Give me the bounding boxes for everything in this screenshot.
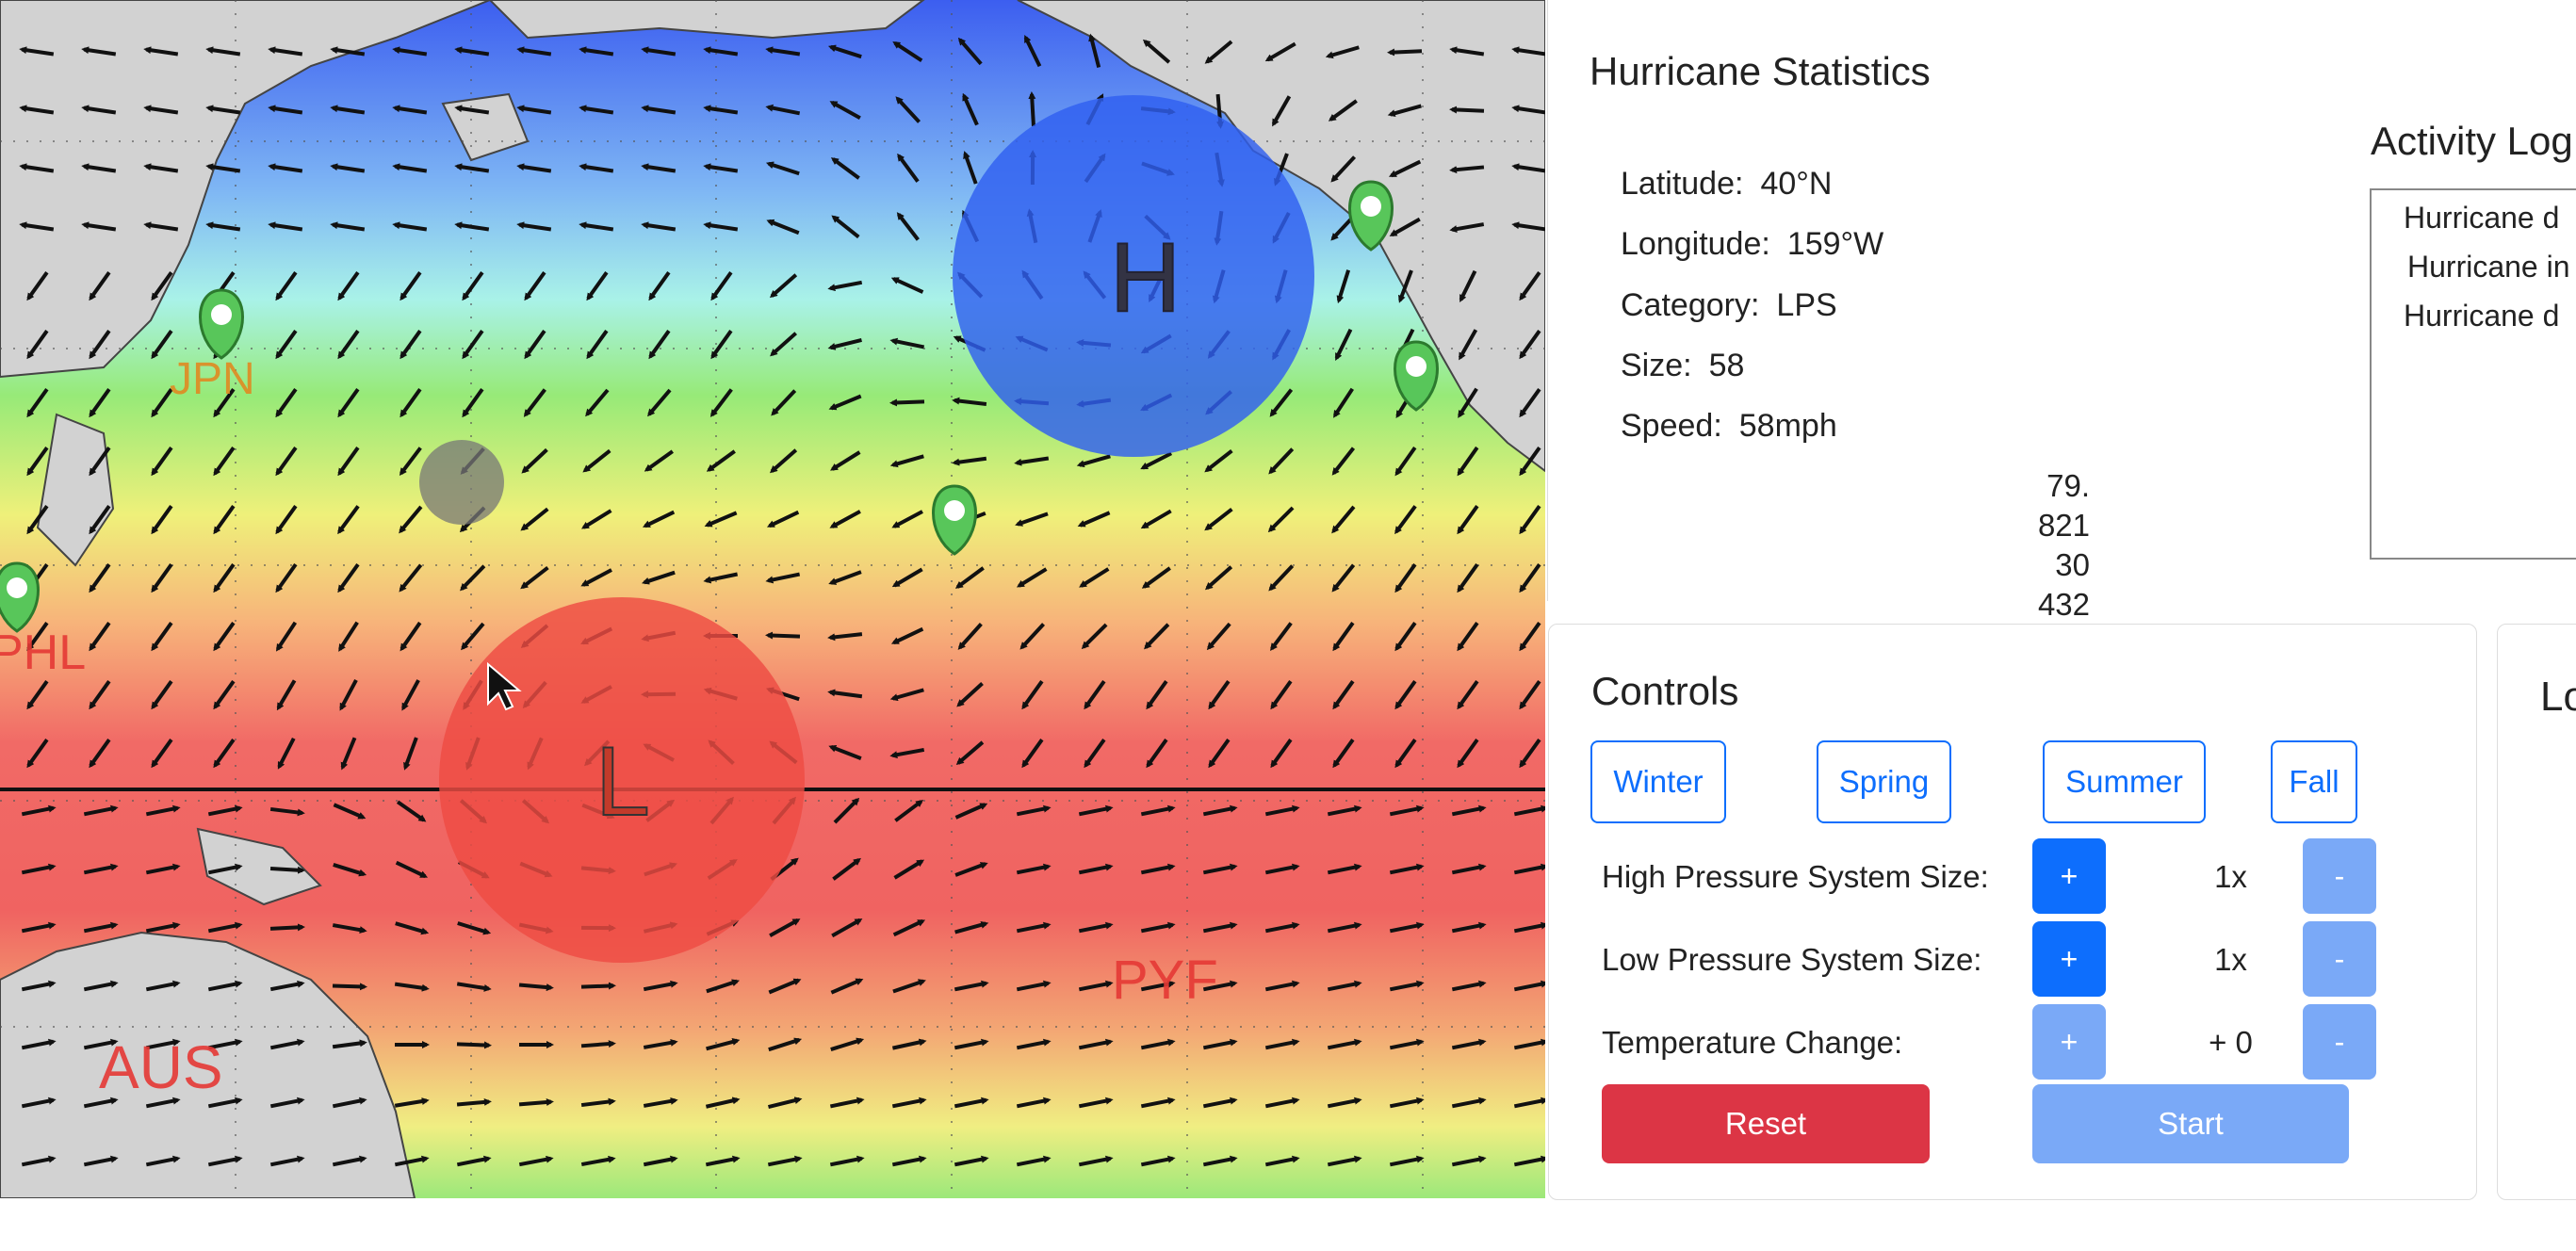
season-spring-button[interactable]: Spring (1817, 740, 1951, 823)
low-pressure-increase-button[interactable]: + (2032, 921, 2106, 997)
high-pressure-system[interactable]: H (953, 95, 1314, 457)
region-label-jpn: JPN (170, 354, 255, 404)
activity-log-entry: Hurricane d (2404, 201, 2560, 235)
stat-label: Latitude: (1621, 166, 1744, 202)
stat-label: Size: (1621, 348, 1692, 383)
wind-arrow-icon (580, 1040, 616, 1048)
activity-log-entry: Hurricane in (2407, 250, 2570, 284)
stat-number: 30 (2055, 547, 2090, 582)
wind-arrow-icon (456, 1041, 492, 1049)
controls-title: Controls (1591, 669, 1739, 713)
stat-label: Longitude: (1621, 226, 1770, 262)
high-pressure-size-value: 1x (2214, 859, 2247, 894)
high-pressure-increase-button[interactable]: + (2032, 838, 2106, 914)
wind-arrow-icon (1028, 91, 1036, 127)
stat-size: Size: 58 (1621, 348, 1744, 384)
wind-arrow-icon (332, 983, 367, 991)
high-pressure-decrease-button[interactable]: - (2303, 838, 2376, 914)
stat-category: Category: LPS (1621, 287, 1837, 324)
statistics-title: Hurricane Statistics (1590, 49, 1931, 93)
temperature-change-label: Temperature Change: (1602, 1025, 1903, 1060)
wind-arrow-icon (580, 982, 616, 990)
region-label-pyf: PYF (1112, 950, 1218, 1011)
reset-button[interactable]: Reset (1602, 1084, 1930, 1163)
stat-longitude: Longitude: 159°W (1621, 226, 1883, 263)
wind-arrow-icon (269, 923, 305, 932)
side-panel-title: Lo (2540, 674, 2576, 720)
region-label-phl: PHL (0, 626, 86, 680)
high-pressure-letter: H (1110, 223, 1181, 333)
temperature-change-value: + 0 (2209, 1025, 2253, 1060)
stat-number: 79. (2046, 468, 2090, 503)
side-panel: Lo (2497, 624, 2576, 1200)
stat-number: 432 (2037, 587, 2090, 622)
stat-value: 159°W (1786, 226, 1884, 262)
low-pressure-size-label: Low Pressure System Size: (1602, 942, 1982, 977)
stat-number-list: 79. 821 30 432 (1979, 466, 2090, 625)
wind-arrow-icon (889, 398, 925, 407)
wind-arrow-icon (518, 1098, 554, 1107)
stat-number: 821 (2037, 508, 2090, 543)
low-pressure-decrease-button[interactable]: - (2303, 921, 2376, 997)
region-label-aus: AUS (99, 1033, 223, 1101)
activity-log-title: Activity Log (2371, 119, 2573, 163)
season-winter-button[interactable]: Winter (1590, 740, 1726, 823)
temperature-decrease-button[interactable]: - (2303, 1004, 2376, 1080)
high-pressure-size-label: High Pressure System Size: (1602, 859, 1989, 894)
activity-log-box[interactable]: Hurricane d Hurricane in Hurricane d (2370, 188, 2576, 560)
start-button[interactable]: Start (2032, 1084, 2349, 1163)
activity-log-entry: Hurricane d (2404, 299, 2560, 333)
wind-arrow-icon (765, 631, 801, 640)
season-fall-button[interactable]: Fall (2271, 740, 2357, 823)
stat-latitude: Latitude: 40°N (1621, 166, 1832, 203)
wind-arrow-icon (1449, 106, 1485, 114)
temperature-increase-button[interactable]: + (2032, 1004, 2106, 1080)
weather-map[interactable]: JPN PHL AUS PYF H L (0, 0, 1545, 1198)
season-summer-button[interactable]: Summer (2043, 740, 2206, 823)
stat-speed: Speed: 58mph (1621, 408, 1837, 445)
wind-arrow-icon (1387, 48, 1423, 57)
stat-value: LPS (1776, 287, 1837, 323)
low-pressure-system[interactable]: L (439, 597, 805, 963)
stat-label: Category: (1621, 287, 1760, 323)
low-pressure-size-value: 1x (2214, 942, 2247, 977)
stat-value: 40°N (1760, 166, 1833, 202)
low-pressure-letter: L (595, 727, 650, 837)
stat-value: 58mph (1738, 408, 1837, 444)
wind-arrow-icon (269, 866, 305, 874)
hurricane-marker[interactable] (419, 440, 504, 525)
stat-value: 58 (1708, 348, 1745, 383)
stat-label: Speed: (1621, 408, 1722, 444)
